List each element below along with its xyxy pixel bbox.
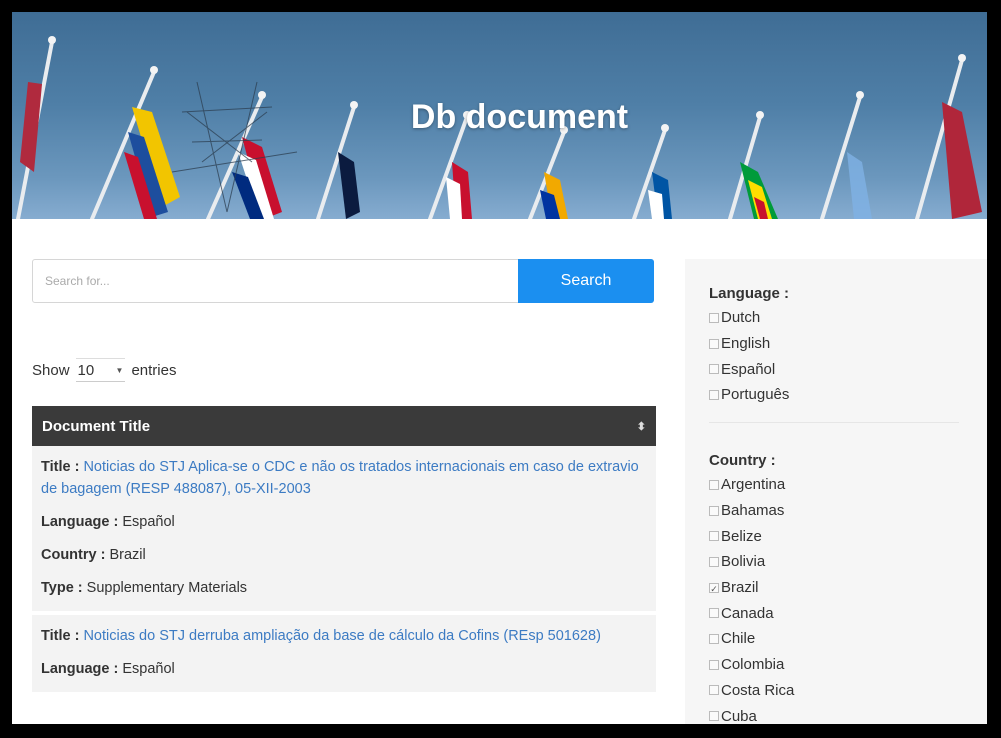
language-filter: Language : Dutch English Español Português	[709, 285, 789, 408]
country-filter-option[interactable]: Colombia	[709, 652, 854, 678]
sort-icon: ⬍	[636, 420, 646, 433]
row-country-line: Country : Brazil	[41, 544, 647, 566]
option-label: Belize	[721, 527, 762, 545]
language-filter-option[interactable]: Português	[709, 382, 789, 408]
field-label: Title :	[41, 628, 80, 644]
option-label: Chile	[721, 630, 756, 648]
search-bar: Search	[32, 259, 654, 303]
field-value: Español	[122, 514, 175, 530]
checkbox[interactable]	[709, 364, 719, 375]
option-label: Costa Rica	[721, 681, 795, 699]
table-row: Title : Noticias do STJ derruba ampliaçã…	[32, 615, 656, 696]
country-filter-option[interactable]: Cuba	[709, 703, 854, 724]
checkbox[interactable]	[709, 505, 719, 516]
field-label: Title :	[41, 459, 80, 475]
option-label: Colombia	[721, 656, 785, 674]
length-suffix: entries	[131, 361, 177, 379]
country-filter-option[interactable]: Bahamas	[709, 498, 854, 524]
search-button[interactable]: Search	[518, 259, 654, 303]
row-type-line: Type : Supplementary Materials	[41, 577, 647, 599]
field-value: Brazil	[109, 547, 146, 563]
country-filter-option[interactable]: Canada	[709, 600, 854, 626]
language-filter-option[interactable]: Español	[709, 356, 789, 382]
length-prefix: Show	[32, 361, 70, 379]
option-label: Argentina	[721, 476, 786, 494]
field-label: Language :	[41, 514, 119, 530]
checkbox[interactable]	[709, 312, 719, 323]
language-filter-option[interactable]: Dutch	[709, 305, 789, 331]
country-filter-option[interactable]: ✓ Brazil	[709, 575, 854, 601]
page-title: Db document	[410, 98, 629, 136]
row-language-line: Language : Español	[41, 511, 647, 533]
checkbox[interactable]	[709, 685, 719, 696]
checkbox[interactable]: ✓	[709, 582, 719, 594]
entries-select-value: 10	[77, 361, 95, 379]
table-header-document-title[interactable]: Document Title ⬍	[32, 406, 656, 446]
column-header-label: Document Title	[42, 417, 151, 435]
field-label: Country :	[41, 547, 106, 563]
option-label: English	[721, 335, 771, 353]
option-label: Canada	[721, 604, 774, 622]
chevron-down-icon: ▼	[115, 365, 124, 375]
table-row: Title : Noticias do STJ Aplica-se o CDC …	[32, 446, 656, 615]
option-label: Español	[721, 360, 776, 378]
checkbox[interactable]	[709, 479, 719, 490]
checkbox[interactable]	[709, 711, 719, 722]
country-filter-option[interactable]: Chile	[709, 626, 854, 652]
option-label: Brazil	[721, 579, 759, 597]
country-filter-option[interactable]: Belize	[709, 523, 854, 549]
language-filter-title: Language :	[709, 285, 790, 302]
country-filter-option[interactable]: Costa Rica	[709, 678, 854, 704]
row-title-line: Title : Noticias do STJ Aplica-se o CDC …	[41, 456, 647, 500]
option-label: Bahamas	[721, 502, 785, 520]
country-options: Argentina Bahamas Belize Bolivia ✓ Brazil Cana…	[709, 472, 854, 724]
document-table-body: Title : Noticias do STJ Aplica-se o CDC …	[32, 446, 656, 696]
checkbox[interactable]	[709, 531, 719, 542]
filter-divider	[709, 422, 959, 423]
checkbox[interactable]	[709, 556, 719, 567]
document-title-link[interactable]: Noticias do STJ Aplica-se o CDC e não os…	[41, 459, 639, 497]
country-filter-title: Country :	[709, 452, 776, 469]
option-label: Português	[721, 386, 790, 404]
option-label: Cuba	[721, 707, 757, 724]
row-title-line: Title : Noticias do STJ derruba ampliaçã…	[41, 625, 647, 647]
option-label: Bolivia	[721, 553, 766, 571]
country-filter-option[interactable]: Argentina	[709, 472, 854, 498]
checkbox[interactable]	[709, 659, 719, 670]
field-value: Supplementary Materials	[86, 580, 248, 596]
checkbox[interactable]	[709, 338, 719, 349]
checkbox[interactable]	[709, 633, 719, 644]
entries-select[interactable]: 10 ▼	[75, 358, 126, 382]
search-input[interactable]	[33, 260, 519, 302]
filter-sidebar: Language : Dutch English Español Português …	[685, 259, 987, 724]
country-filter-option[interactable]: Bolivia	[709, 549, 854, 575]
row-language-line: Language : Español	[41, 658, 647, 680]
checkbox[interactable]	[709, 608, 719, 619]
checkbox[interactable]	[709, 389, 719, 400]
field-value: Español	[122, 661, 175, 677]
field-label: Language :	[41, 661, 119, 677]
document-title-link[interactable]: Noticias do STJ derruba ampliação da bas…	[83, 628, 600, 644]
page-frame: Db document Search Show 10 ▼ entries Doc…	[12, 12, 987, 724]
language-filter-option[interactable]: English	[709, 331, 789, 357]
entries-length-control: Show 10 ▼ entries	[32, 358, 176, 382]
header-banner: Db document	[12, 12, 987, 219]
language-options: Dutch English Español Português	[709, 305, 789, 408]
country-filter: Country : Argentina Bahamas Belize Bolivia ✓…	[709, 452, 854, 724]
field-label: Type :	[41, 580, 83, 596]
option-label: Dutch	[721, 309, 761, 327]
